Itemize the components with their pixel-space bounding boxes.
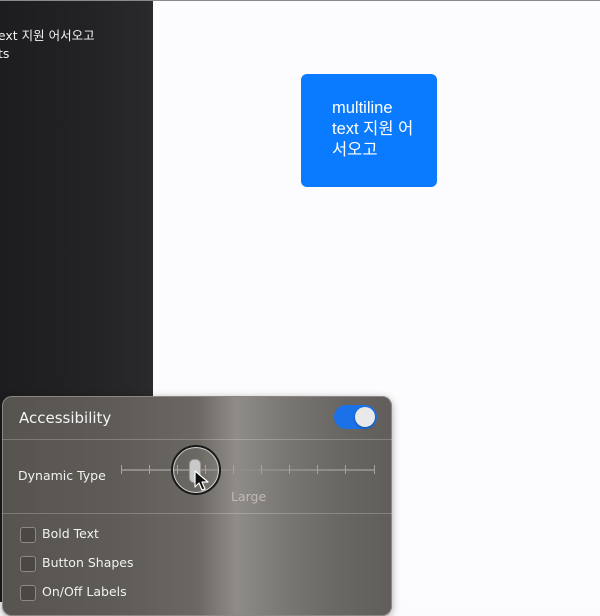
sidebar-item[interactable]: text 지원 어서오고 bbox=[0, 25, 95, 44]
button-shapes-label: Button Shapes bbox=[42, 555, 134, 570]
on-off-labels-checkbox[interactable] bbox=[20, 585, 36, 601]
slider-tick bbox=[345, 465, 346, 474]
sidebar-item[interactable]: ts bbox=[0, 46, 9, 61]
on-off-labels-label: On/Off Labels bbox=[42, 584, 127, 599]
panel-title: Accessibility bbox=[19, 409, 111, 427]
dynamic-type-label: Dynamic Type bbox=[18, 468, 106, 483]
slider-tick bbox=[317, 465, 318, 474]
accessibility-panel: Accessibility Dynamic Type Large Bold Te… bbox=[2, 396, 392, 616]
divider bbox=[2, 439, 392, 440]
dynamic-type-value: Large bbox=[231, 489, 266, 504]
bold-text-label: Bold Text bbox=[42, 526, 99, 541]
dynamic-type-slider-track[interactable] bbox=[121, 469, 375, 471]
accessibility-toggle[interactable] bbox=[334, 405, 377, 429]
button-shapes-checkbox[interactable] bbox=[20, 556, 36, 572]
slider-tick bbox=[289, 465, 290, 474]
multiline-text-button-label: multiline text 지원 어서오고 bbox=[332, 98, 422, 161]
multiline-text-button[interactable]: multiline text 지원 어서오고 bbox=[301, 74, 437, 187]
slider-tick bbox=[149, 465, 150, 474]
slider-tick bbox=[233, 465, 234, 474]
slider-tick bbox=[374, 465, 375, 474]
toggle-knob bbox=[355, 407, 375, 427]
divider bbox=[2, 513, 392, 514]
slider-tick bbox=[121, 465, 122, 474]
bold-text-checkbox[interactable] bbox=[20, 527, 36, 543]
mouse-pointer-icon bbox=[194, 470, 210, 492]
slider-tick bbox=[261, 465, 262, 474]
